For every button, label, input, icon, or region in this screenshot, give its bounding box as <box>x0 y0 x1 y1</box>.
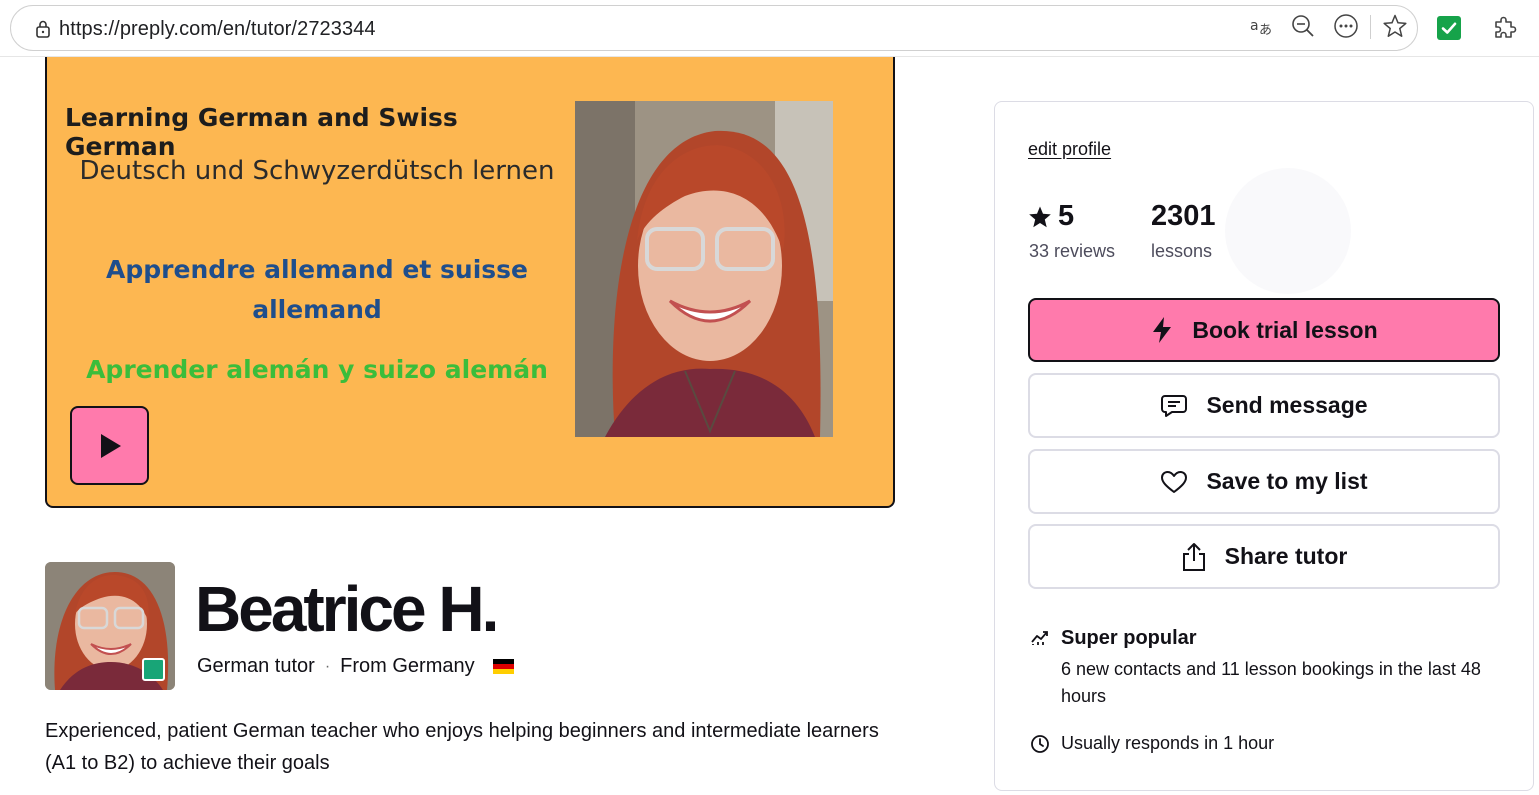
lessons-label: lessons <box>1151 241 1213 261</box>
address-bar[interactable]: https://preply.com/en/tutor/2723344 <box>10 5 1418 51</box>
share-icon <box>1182 542 1205 571</box>
star-icon <box>1029 206 1051 227</box>
book-trial-lesson-button[interactable]: Book trial lesson <box>1028 298 1500 362</box>
tutor-meta: German tutor · From Germany <box>197 655 514 678</box>
save-to-list-button[interactable]: Save to my list <box>1028 449 1500 514</box>
svg-text:a: a <box>1250 18 1259 34</box>
share-tutor-label: Share tutor <box>1224 543 1348 569</box>
book-trial-lesson-label: Book trial lesson <box>1192 316 1378 343</box>
super-popular-title: Super popular <box>1061 627 1197 649</box>
edit-profile-link[interactable]: edit profile <box>1028 139 1111 160</box>
video-title-french: Apprendre allemand et suisse allemand <box>106 255 528 324</box>
message-icon <box>1161 394 1188 417</box>
favorite-star-icon[interactable] <box>1382 13 1408 39</box>
video-title-german: Deutsch und Schwyzerdütsch lernen <box>79 156 555 186</box>
tutor-video-photo <box>575 101 833 437</box>
extension-check-icon[interactable] <box>1437 16 1461 40</box>
video-title-spanish: Aprender alemán y suizo alemán <box>86 355 548 384</box>
url-text[interactable]: https://preply.com/en/tutor/2723344 <box>59 18 376 41</box>
send-message-button[interactable]: Send message <box>1028 373 1500 438</box>
zoom-out-icon[interactable] <box>1290 13 1316 39</box>
save-to-list-label: Save to my list <box>1206 468 1368 494</box>
browser-toolbar: https://preply.com/en/tutor/2723344 aあ <box>0 0 1539 57</box>
lock-icon[interactable] <box>33 19 53 39</box>
send-message-label: Send message <box>1206 392 1368 418</box>
toolbar-divider <box>1370 15 1371 39</box>
play-button[interactable] <box>70 406 149 485</box>
intro-video[interactable]: Learning German and Swiss German Deutsch… <box>45 57 895 508</box>
translate-icon[interactable]: aあ <box>1249 13 1275 39</box>
trending-icon <box>1031 631 1048 645</box>
rating-value: 5 <box>1028 200 1074 233</box>
share-tutor-button[interactable]: Share tutor <box>1028 524 1500 589</box>
super-popular-text: 6 new contacts and 11 lesson bookings in… <box>1061 659 1481 706</box>
svg-text:あ: あ <box>1259 23 1272 38</box>
more-icon[interactable] <box>1333 13 1359 39</box>
decorative-circle <box>1225 168 1351 294</box>
lightning-icon <box>1153 317 1172 343</box>
tutor-subject: German tutor <box>197 655 315 677</box>
play-icon <box>100 433 121 458</box>
heart-icon <box>1161 470 1188 493</box>
extensions-puzzle-icon[interactable] <box>1490 14 1518 42</box>
rating-number: 5 <box>1058 200 1075 232</box>
tutor-headline: Experienced, patient German teacher who … <box>45 720 879 774</box>
meta-separator: · <box>324 657 331 675</box>
tutor-name: Beatrice H. <box>195 573 499 645</box>
online-status-badge <box>142 658 165 681</box>
response-time-text: Usually responds in 1 hour <box>1061 733 1275 753</box>
germany-flag-icon <box>492 659 514 674</box>
tutor-origin: From Germany <box>340 655 475 677</box>
clock-icon <box>1031 735 1049 753</box>
lessons-count: 2301 <box>1151 200 1216 232</box>
reviews-link[interactable]: 33 reviews <box>1029 241 1115 262</box>
